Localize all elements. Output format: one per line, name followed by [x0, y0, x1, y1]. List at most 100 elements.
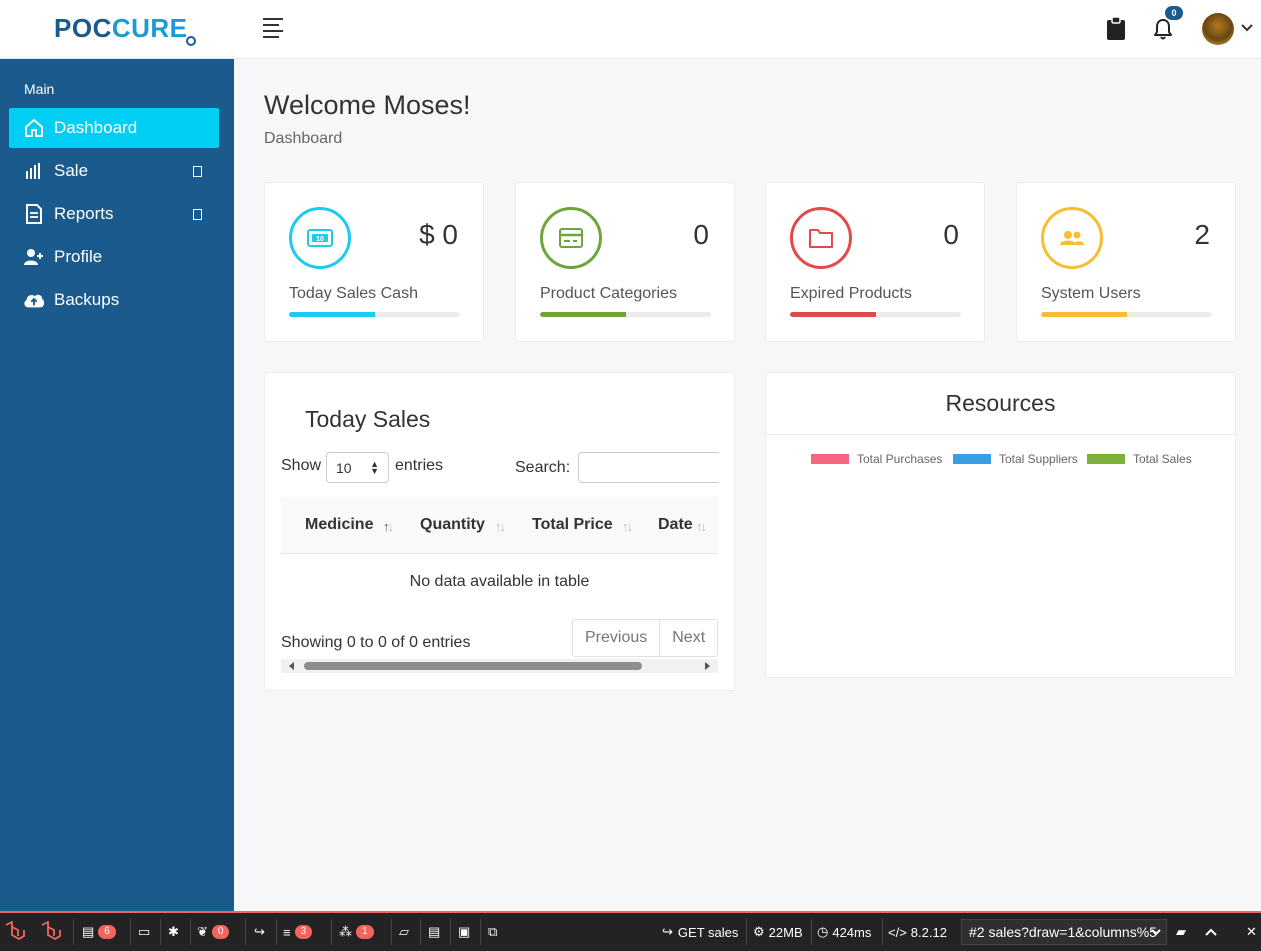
notification-count-badge: 0 — [1165, 6, 1183, 20]
logo-text-poc: POC — [54, 12, 112, 43]
cogs-icon: ⚙ — [753, 924, 765, 939]
panel-title: Resources — [945, 390, 1056, 416]
stat-progress — [289, 312, 460, 317]
logs-count-badge: 0 — [211, 925, 230, 939]
debug-tab-messages[interactable]: ▤ 6 — [82, 913, 116, 951]
inbox-icon[interactable]: ▱ — [399, 913, 409, 951]
archive-icon[interactable]: ▣ — [458, 913, 470, 951]
sidebar-item-label: Reports — [54, 204, 114, 223]
sidebar-item-backups[interactable]: Backups — [9, 280, 219, 320]
scroll-right-arrow-icon[interactable] — [705, 662, 710, 670]
tags-icon[interactable]: ⧉ — [488, 913, 497, 951]
page-length-select[interactable]: 10 ▲ ▼ — [326, 452, 389, 483]
stat-label: Product Categories — [540, 285, 677, 302]
request-info[interactable]: ↪ GET sales — [662, 913, 738, 951]
time-info[interactable]: ◷ 424ms — [817, 913, 871, 951]
stat-card-product-categories: 0 Product Categories — [515, 182, 735, 342]
stat-progress — [790, 312, 961, 317]
sidebar-section-title: Main — [24, 81, 55, 97]
clock-icon: ◷ — [817, 924, 829, 939]
app-logo[interactable]: POCCURE — [54, 8, 198, 48]
previous-page-button[interactable]: Previous — [573, 620, 659, 656]
memory-info[interactable]: ⚙ 22MB — [753, 913, 803, 951]
stat-label: Today Sales Cash — [289, 285, 418, 302]
sort-icon: ↑↓ — [383, 519, 394, 534]
sidebar-item-label: Sale — [54, 161, 89, 180]
search-input[interactable] — [578, 452, 719, 483]
resources-panel: Resources Total Purchases Total Supplier… — [765, 372, 1236, 678]
list-icon[interactable]: ▤ — [428, 913, 440, 951]
php-info[interactable]: </> 8.2.12 — [888, 913, 947, 951]
show-label: Show — [281, 457, 322, 474]
users-icon — [1041, 207, 1103, 269]
column-header-date[interactable]: Date — [658, 516, 693, 534]
legend-item-total-suppliers[interactable]: Total Suppliers — [953, 452, 1078, 466]
column-header-quantity[interactable]: Quantity — [420, 516, 485, 534]
clipboard-icon[interactable] — [1104, 16, 1128, 42]
folder-icon — [790, 207, 852, 269]
table-header: Medicine ↑↓ Quantity ↑↓ Total Price ↑↓ D… — [281, 497, 718, 554]
money-icon: 10 — [289, 207, 351, 269]
laravel-icon[interactable] — [40, 913, 62, 951]
stat-label: System Users — [1041, 285, 1141, 302]
avatar[interactable] — [1202, 13, 1234, 45]
top-header: POCCURE 0 — [0, 0, 1261, 59]
submenu-arrow-icon — [193, 166, 202, 177]
laravel-logo-icon[interactable] — [4, 913, 26, 951]
chevron-down-icon[interactable] — [1240, 20, 1254, 34]
folder-open-icon[interactable]: ▰ — [1176, 913, 1186, 951]
chevron-down-icon — [1151, 929, 1161, 936]
memory-text: 22MB — [768, 924, 803, 940]
sort-icon: ↑↓ — [622, 519, 633, 534]
home-icon — [23, 117, 45, 139]
request-text: GET sales — [677, 924, 739, 940]
sidebar: Main Dashboard Sale Reports Profile Back… — [0, 59, 234, 911]
database-icon: ≡ — [283, 924, 291, 940]
sidebar-item-dashboard[interactable]: Dashboard — [9, 108, 219, 148]
legend-item-total-sales[interactable]: Total Sales — [1087, 452, 1192, 466]
close-icon[interactable]: ✕ — [1246, 913, 1257, 951]
sidebar-item-reports[interactable]: Reports — [9, 194, 219, 234]
debug-tab-logs[interactable]: ❦ 0 — [197, 913, 230, 951]
share-icon[interactable]: ↪ — [254, 913, 265, 951]
sidebar-item-label: Dashboard — [54, 118, 138, 137]
scroll-left-arrow-icon[interactable] — [289, 662, 294, 670]
page-title: Welcome Moses! — [264, 90, 471, 120]
document-icon — [23, 203, 45, 225]
debug-bar: ▤ 6 ▭ ✱ ❦ 0 ↪ ≡ 3 ⁂ 1 ▱ ▤ ▣ ⧉ ↪ GET sale… — [0, 911, 1261, 951]
bug-icon[interactable]: ✱ — [168, 913, 179, 951]
sidebar-item-profile[interactable]: Profile — [9, 237, 219, 277]
models-count-badge: 1 — [356, 925, 374, 939]
pagination: Previous Next — [572, 619, 719, 657]
cloud-upload-icon — [23, 289, 45, 311]
sidebar-item-label: Profile — [54, 247, 103, 266]
php-version-text: 8.2.12 — [910, 924, 947, 940]
reply-icon: ↪ — [662, 924, 673, 939]
stat-card-system-users: 2 System Users — [1016, 182, 1236, 342]
column-header-total-price[interactable]: Total Price — [532, 516, 613, 534]
today-sales-panel: Today Sales Show 10 ▲ ▼ entries Search: M… — [264, 372, 735, 691]
legend-label: Total Suppliers — [999, 452, 1078, 466]
chevron-up-icon[interactable] — [1205, 913, 1217, 951]
menu-toggle-icon[interactable] — [263, 18, 285, 38]
stat-value: $ 0 — [419, 219, 458, 250]
next-page-button[interactable]: Next — [659, 620, 717, 656]
horizontal-scrollbar[interactable] — [281, 659, 718, 673]
sidebar-item-sale[interactable]: Sale — [9, 151, 219, 191]
debug-tab-models[interactable]: ⁂ 1 — [339, 913, 374, 951]
request-select[interactable]: #2 sales?draw=1&columns%5 — [961, 919, 1167, 945]
stat-label: Expired Products — [790, 285, 912, 302]
messages-count-badge: 6 — [98, 925, 116, 939]
user-plus-icon — [23, 246, 45, 268]
legend-item-total-purchases[interactable]: Total Purchases — [811, 452, 942, 466]
sidebar-item-label: Backups — [54, 290, 120, 309]
timeline-icon[interactable]: ▭ — [138, 913, 150, 951]
cubes-icon: ⁂ — [339, 924, 352, 939]
scrollbar-thumb[interactable] — [304, 662, 642, 670]
column-header-medicine[interactable]: Medicine — [305, 516, 373, 534]
breadcrumb: Dashboard — [264, 130, 343, 147]
time-text: 424ms — [832, 924, 872, 940]
panel-title: Today Sales — [305, 406, 431, 432]
credit-card-icon — [540, 207, 602, 269]
debug-tab-queries[interactable]: ≡ 3 — [283, 913, 313, 951]
